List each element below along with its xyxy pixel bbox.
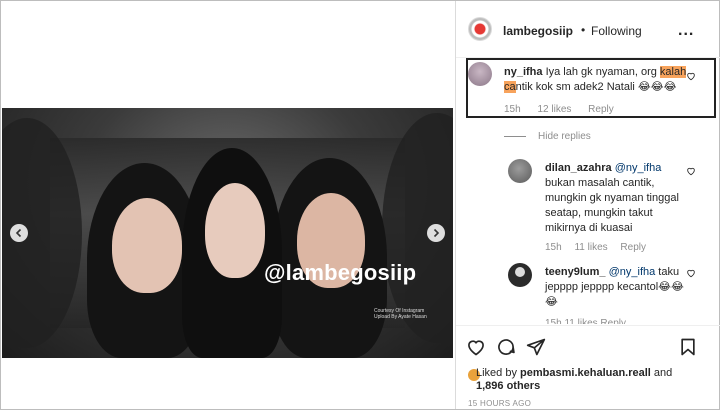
chevron-right-icon bbox=[433, 228, 440, 238]
heart-icon[interactable] bbox=[686, 71, 696, 81]
comment-username[interactable]: ny_ifha bbox=[504, 66, 543, 78]
mention-link[interactable]: @ny_ifha bbox=[609, 266, 656, 278]
post-timestamp: 15 HOURS AGO bbox=[468, 399, 532, 408]
highlighted-word: ca bbox=[504, 81, 516, 93]
reply-username[interactable]: dilan_azahra bbox=[545, 162, 612, 174]
cutoff-reply-meta: 15h 11 likes Reply bbox=[545, 318, 626, 324]
reply-text: teeny9lum_ @ny_ifha taku jepppp jepppp k… bbox=[545, 266, 684, 308]
share-paper-plane-icon[interactable] bbox=[526, 337, 546, 357]
photo-watermark: @lambegosiip bbox=[264, 260, 417, 285]
reply-button[interactable]: Reply bbox=[620, 242, 646, 253]
comment-text: ny_ifha Iya lah gk nyaman, org kalah can… bbox=[504, 66, 687, 93]
reply-time: 15h bbox=[545, 242, 562, 253]
reply-avatar[interactable] bbox=[508, 159, 532, 183]
replies-divider bbox=[504, 136, 526, 137]
post-photo[interactable]: @lambegosiip Courtesy Of Instagram Uploa… bbox=[2, 108, 453, 358]
reply-button[interactable]: Reply bbox=[588, 104, 614, 115]
photo-credit: Courtesy Of Instagram Upload By Ayate Ha… bbox=[374, 308, 427, 320]
comment-likes[interactable]: 12 likes bbox=[537, 104, 571, 115]
next-image-button[interactable] bbox=[427, 224, 445, 242]
header-separator: • bbox=[581, 23, 586, 37]
reply-likes[interactable]: 11 likes bbox=[574, 242, 607, 253]
reply-avatar[interactable] bbox=[508, 263, 532, 287]
liker-username[interactable]: pembasmi.kehaluan.reall bbox=[520, 367, 651, 379]
comments-panel: lambegosiip • Following ... ny_ifha Iya … bbox=[455, 1, 720, 409]
save-bookmark-icon[interactable] bbox=[678, 337, 698, 357]
more-options-icon[interactable]: ... bbox=[678, 22, 694, 40]
chevron-left-icon bbox=[15, 228, 22, 238]
likes-count[interactable]: 1,896 others bbox=[476, 380, 540, 392]
reply-text: dilan_azahra @ny_ifha bukan masalah canti… bbox=[545, 162, 679, 234]
comment-time: 15h bbox=[504, 104, 521, 115]
comment-meta: 15h 12 likes Reply bbox=[504, 104, 628, 115]
previous-image-button[interactable] bbox=[10, 224, 28, 242]
hide-replies-button[interactable]: Hide replies bbox=[538, 131, 591, 142]
following-button[interactable]: Following bbox=[591, 24, 642, 38]
post-header: lambegosiip • Following ... bbox=[456, 1, 720, 58]
person-center-face bbox=[205, 183, 265, 278]
like-heart-icon[interactable] bbox=[466, 337, 486, 357]
reply-meta: 15h 11 likes Reply bbox=[545, 242, 656, 253]
highlighted-word: kalah bbox=[659, 66, 687, 78]
comment-bubble-icon[interactable] bbox=[496, 337, 516, 357]
commenter-avatar[interactable] bbox=[468, 62, 492, 86]
action-bar bbox=[456, 325, 720, 365]
reply-username[interactable]: teeny9lum_ bbox=[545, 266, 606, 278]
mention-link[interactable]: @ny_ifha bbox=[615, 162, 662, 174]
liked-by-text: Liked by pembasmi.kehaluan.reall and 1,89… bbox=[476, 367, 673, 392]
heart-icon[interactable] bbox=[686, 166, 696, 176]
account-avatar[interactable] bbox=[468, 17, 492, 41]
account-username[interactable]: lambegosiip bbox=[503, 24, 573, 38]
heart-icon[interactable] bbox=[686, 268, 696, 278]
person-left-face bbox=[112, 198, 182, 293]
